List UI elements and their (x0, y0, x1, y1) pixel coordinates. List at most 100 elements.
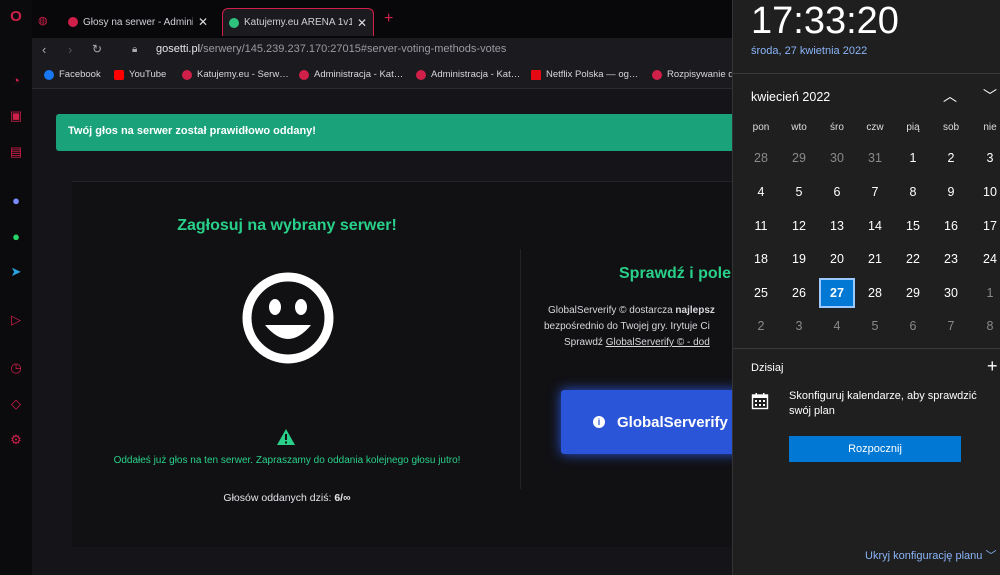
close-tab-icon[interactable]: ✕ (357, 16, 367, 30)
calendar-day[interactable]: 10 (972, 177, 1000, 207)
votes-today-label: Głosów oddanych dziś: (223, 492, 332, 504)
gx-gamepad-icon[interactable]: ◍ (38, 14, 48, 27)
extensions-icon[interactable]: ◇ (8, 396, 24, 412)
history-icon[interactable]: ◷ (8, 360, 24, 376)
plan-setup-text: Skonfiguruj kalendarze, aby sprawdzić sw… (789, 390, 977, 417)
month-label[interactable]: kwiecień 2022 (751, 90, 830, 104)
bookmark-item[interactable]: Administracja - Kat… (299, 69, 403, 80)
twitch-icon[interactable]: ▤ (8, 144, 24, 160)
success-alert: Twój głos na serwer został prawidłowo od… (56, 114, 736, 151)
opera-sidebar: O ◔ ▣ ▤ ● ● ➤ ▷ ◷ ◇ ⚙ (0, 0, 33, 575)
calendar-day[interactable]: 26 (781, 278, 817, 308)
globalserverify-button[interactable]: i GlobalServerify (561, 390, 761, 454)
bookmark-item[interactable]: Administracja - Kat… (416, 69, 520, 80)
column-divider (520, 249, 521, 489)
url-domain: gosetti.pl (156, 43, 201, 55)
calendar-day[interactable]: 4 (743, 177, 779, 207)
bookmark-item[interactable]: Netflix Polska — og… (531, 69, 638, 80)
forward-arrow-icon[interactable]: › (68, 42, 72, 57)
hide-plan-link[interactable]: Ukryj konfigurację planu ﹀ (865, 547, 996, 563)
calendar-day[interactable]: 7 (857, 177, 893, 207)
calendar-day[interactable]: 25 (743, 278, 779, 308)
weekday-label: sob (942, 122, 960, 133)
back-arrow-icon[interactable]: ‹ (42, 42, 46, 57)
close-tab-icon[interactable]: ✕ (198, 15, 208, 29)
calendar-day[interactable]: 1 (895, 143, 931, 173)
calendar-day[interactable]: 20 (819, 244, 855, 274)
calendar-day[interactable]: 13 (819, 211, 855, 241)
calendar-day[interactable]: 5 (857, 311, 893, 341)
calendar-day[interactable]: 2 (743, 311, 779, 341)
calendar-day[interactable]: 22 (895, 244, 931, 274)
calendar-day[interactable]: 1 (972, 278, 1000, 308)
calendar-day[interactable]: 14 (857, 211, 893, 241)
bookmark-item[interactable]: YouTube (114, 69, 166, 80)
calendar-day[interactable]: 23 (933, 244, 969, 274)
calendar-day[interactable]: 8 (972, 311, 1000, 341)
address-bar: ‹ › ↻ 🔒︎ gosetti.pl/serwery/145.239.237.… (32, 38, 732, 62)
check-title: Sprawdź i pole (619, 265, 732, 282)
bookmark-item[interactable]: Rozpisywanie d (652, 69, 734, 80)
calendar-day[interactable]: 5 (781, 177, 817, 207)
calendar-day[interactable]: 21 (857, 244, 893, 274)
calendar-day[interactable]: 29 (781, 143, 817, 173)
calendar-day[interactable]: 16 (933, 211, 969, 241)
today-label: Dzisiaj (751, 362, 784, 374)
shopping-bag-icon[interactable]: ▣ (8, 108, 24, 124)
calendar-day[interactable]: 19 (781, 244, 817, 274)
calendar-day[interactable]: 28 (743, 143, 779, 173)
calendar-day[interactable]: 29 (895, 278, 931, 308)
full-date-link[interactable]: środa, 27 kwietnia 2022 (751, 45, 867, 57)
gs-link[interactable]: GlobalServerify © - dod (606, 337, 710, 348)
previous-month-chevron-up-icon[interactable]: ︿ (943, 86, 957, 106)
vote-title: Zagłosuj na wybrany serwer! (177, 217, 397, 234)
calendar-day[interactable]: 28 (857, 278, 893, 308)
new-tab-plus-icon[interactable]: + (384, 10, 393, 28)
gs-description-line: bezpośrednio do Twojej gry. Irytuje Ci (544, 321, 710, 332)
bookmark-label: Rozpisywanie d (667, 69, 734, 80)
whatsapp-icon[interactable]: ● (8, 228, 24, 244)
bookmark-label: Facebook (59, 69, 101, 80)
calendar-day[interactable]: 12 (781, 211, 817, 241)
telegram-icon[interactable]: ➤ (8, 264, 24, 280)
calendar-day[interactable]: 6 (895, 311, 931, 341)
tab-voting[interactable]: Głosy na serwer - Administ ✕ (62, 8, 214, 36)
player-icon[interactable]: ▷ (8, 312, 24, 328)
gs-text: Sprawdź (564, 337, 606, 348)
reload-icon[interactable]: ↻ (92, 42, 102, 56)
url-field[interactable]: gosetti.pl/serwery/145.239.237.170:27015… (156, 43, 506, 55)
messenger-icon[interactable]: ● (8, 192, 24, 208)
calendar-day[interactable]: 9 (933, 177, 969, 207)
speed-dial-icon[interactable]: ◔ (8, 72, 24, 88)
calendar-day[interactable]: 7 (933, 311, 969, 341)
bookmark-item[interactable]: Facebook (44, 69, 101, 80)
calendar-day[interactable]: 4 (819, 311, 855, 341)
calendar-day[interactable]: 15 (895, 211, 931, 241)
calendar-day[interactable]: 11 (743, 211, 779, 241)
calendar-day[interactable]: 3 (781, 311, 817, 341)
lock-icon: 🔒︎ (132, 44, 138, 55)
calendar-day[interactable]: 18 (743, 244, 779, 274)
bookmark-item[interactable]: Katujemy.eu - Serw… (182, 69, 289, 80)
tab-arena[interactable]: Katujemy.eu ARENA 1v1 10 ✕ (222, 8, 374, 36)
start-button[interactable]: Rozpocznij (789, 436, 961, 462)
calendar-day[interactable]: 17 (972, 211, 1000, 241)
bookmark-label: YouTube (129, 69, 167, 80)
calendar-day[interactable]: 8 (895, 177, 931, 207)
calendar-day[interactable]: 6 (819, 177, 855, 207)
netflix-icon (531, 69, 541, 80)
calendar-day-today[interactable]: 27 (819, 278, 855, 308)
calendar-day[interactable]: 30 (933, 278, 969, 308)
next-month-chevron-down-icon[interactable]: ﹀ (983, 86, 997, 106)
add-event-plus-icon[interactable]: + (987, 356, 998, 377)
calendar-day[interactable]: 31 (857, 143, 893, 173)
calendar-day[interactable]: 24 (972, 244, 1000, 274)
calendar-day[interactable]: 3 (972, 143, 1000, 173)
calendar-day[interactable]: 2 (933, 143, 969, 173)
settings-gear-icon[interactable]: ⚙ (8, 432, 24, 448)
votes-today: Głosów oddanych dziś: 6/∞ (72, 492, 502, 504)
url-path: /serwery/145.239.237.170:27015#server-vo… (200, 43, 507, 55)
warning-icon (277, 429, 295, 445)
opera-logo-icon[interactable]: O (8, 8, 24, 25)
calendar-day[interactable]: 30 (819, 143, 855, 173)
